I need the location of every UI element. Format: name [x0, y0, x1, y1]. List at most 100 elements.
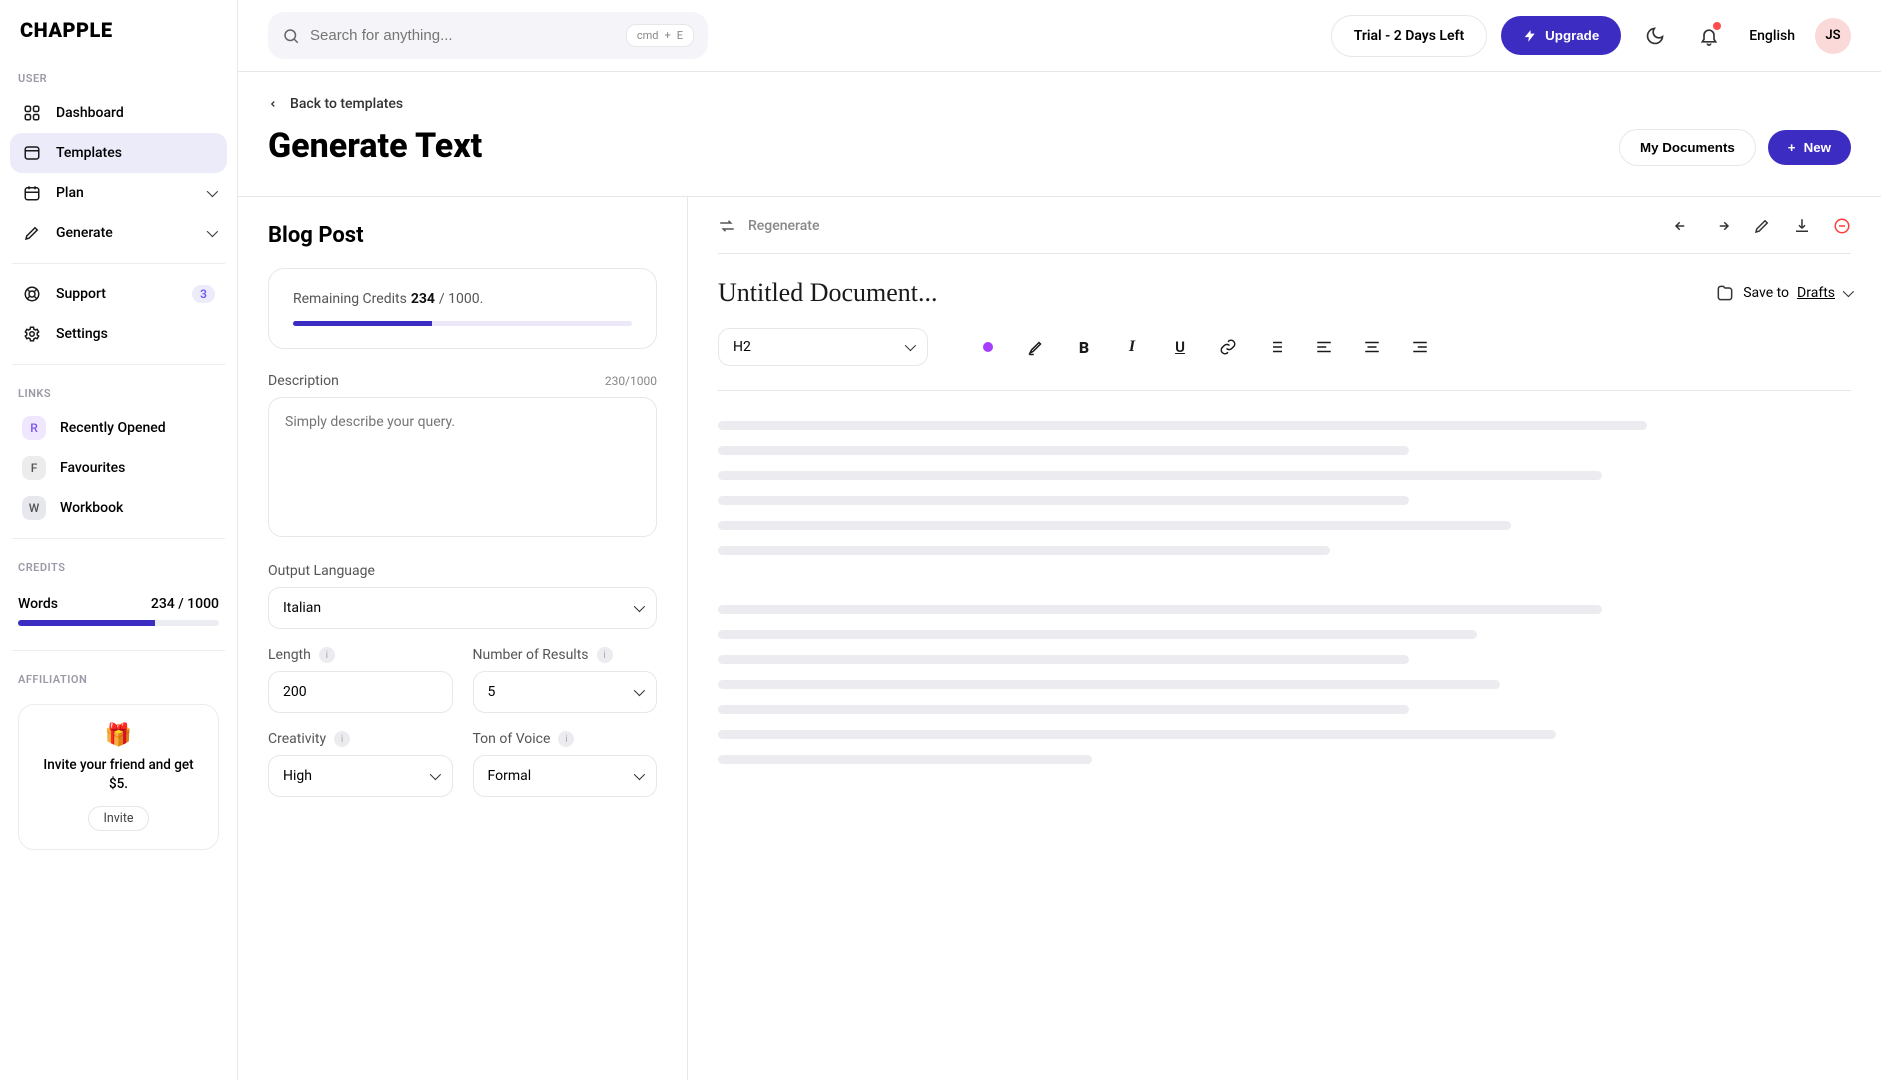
- save-to-drafts[interactable]: Save to Drafts: [1715, 283, 1851, 303]
- nav-generate[interactable]: Generate: [10, 213, 227, 253]
- editor-toolbar: H2 B I U: [718, 322, 1851, 391]
- chevron-down-icon: [207, 225, 215, 241]
- nav-settings[interactable]: Settings: [10, 314, 227, 354]
- num-results-select[interactable]: 5: [473, 671, 658, 713]
- align-center-button[interactable]: [1362, 338, 1382, 356]
- underline-button[interactable]: U: [1170, 338, 1190, 356]
- align-left-button[interactable]: [1314, 338, 1334, 356]
- sidebar: CHAPPLE USER Dashboard Templates Plan: [0, 0, 238, 1080]
- info-icon[interactable]: i: [558, 731, 574, 747]
- creativity-label: Creativity: [268, 731, 326, 747]
- skeleton-paragraph: [718, 605, 1851, 764]
- chevron-down-icon: [634, 684, 642, 700]
- undo-button[interactable]: [1673, 217, 1691, 235]
- document-title[interactable]: Untitled Document...: [718, 278, 938, 308]
- gear-icon: [22, 324, 42, 344]
- nav-label: Plan: [56, 185, 84, 201]
- chip: R: [22, 416, 46, 440]
- skeleton-paragraph: [718, 421, 1851, 555]
- plus-icon: +: [1788, 140, 1796, 155]
- list-button[interactable]: [1266, 338, 1286, 356]
- tone-select[interactable]: Formal: [473, 755, 658, 797]
- gift-icon: 🎁: [33, 723, 204, 748]
- topbar: cmd+E Trial - 2 Days Left Upgrade: [238, 0, 1881, 72]
- nav-label: Dashboard: [56, 105, 124, 121]
- back-link[interactable]: Back to templates: [268, 96, 482, 112]
- nav-support[interactable]: Support 3: [10, 274, 227, 314]
- output-language-label: Output Language: [268, 563, 657, 579]
- info-icon[interactable]: i: [319, 647, 335, 663]
- page-header: Back to templates Generate Text My Docum…: [238, 72, 1881, 197]
- upgrade-button[interactable]: Upgrade: [1501, 16, 1621, 55]
- text-color-button[interactable]: [978, 342, 998, 352]
- description-input[interactable]: [268, 397, 657, 537]
- edit-button[interactable]: [1753, 217, 1771, 235]
- length-label: Length: [268, 647, 311, 663]
- bolt-icon: [1523, 29, 1537, 43]
- document-pane: Regenerate: [688, 197, 1881, 1080]
- grid-icon: [22, 103, 42, 123]
- notifications-button[interactable]: [1689, 16, 1729, 56]
- nav-label: Settings: [56, 326, 108, 342]
- chevron-down-icon: [207, 185, 215, 201]
- section-affiliation: AFFILIATION: [0, 661, 237, 694]
- link-label: Workbook: [60, 500, 123, 516]
- length-input[interactable]: 200: [268, 671, 453, 713]
- lifebuoy-icon: [22, 284, 42, 304]
- nav-dashboard[interactable]: Dashboard: [10, 93, 227, 133]
- chevron-down-icon: [905, 339, 913, 355]
- trial-pill[interactable]: Trial - 2 Days Left: [1331, 15, 1487, 57]
- brand-logo: CHAPPLE: [0, 0, 237, 60]
- output-language-select[interactable]: Italian: [268, 587, 657, 629]
- heading-select[interactable]: H2: [718, 328, 928, 366]
- num-results-label: Number of Results: [473, 647, 589, 663]
- invite-button[interactable]: Invite: [88, 806, 148, 831]
- description-counter: 230/1000: [605, 374, 657, 388]
- nav-label: Generate: [56, 225, 113, 241]
- swap-icon: [718, 217, 736, 235]
- form-title: Blog Post: [268, 223, 657, 248]
- search-input[interactable]: [310, 27, 616, 44]
- delete-button[interactable]: [1833, 217, 1851, 235]
- info-icon[interactable]: i: [597, 647, 613, 663]
- link-favourites[interactable]: F Favourites: [10, 448, 227, 488]
- info-icon[interactable]: i: [334, 731, 350, 747]
- credits-progress: [18, 620, 219, 626]
- link-recently-opened[interactable]: R Recently Opened: [10, 408, 227, 448]
- support-badge: 3: [192, 285, 215, 303]
- section-user: USER: [0, 60, 237, 93]
- link-label: Recently Opened: [60, 420, 166, 436]
- window-icon: [22, 143, 42, 163]
- avatar[interactable]: JS: [1815, 18, 1851, 54]
- pencil-icon: [22, 223, 42, 243]
- new-button[interactable]: + New: [1768, 130, 1851, 165]
- bold-button[interactable]: B: [1074, 338, 1094, 357]
- chip: W: [22, 496, 46, 520]
- my-documents-button[interactable]: My Documents: [1619, 129, 1756, 166]
- credit-card: Remaining Credits 234 / 1000.: [268, 268, 657, 349]
- chevron-down-icon: [634, 600, 642, 616]
- credits-block: Words 234 / 1000: [0, 582, 237, 640]
- redo-button[interactable]: [1713, 217, 1731, 235]
- align-right-button[interactable]: [1410, 338, 1430, 356]
- description-label: Description: [268, 373, 339, 389]
- link-workbook[interactable]: W Workbook: [10, 488, 227, 528]
- notification-dot: [1713, 22, 1721, 30]
- nav-plan[interactable]: Plan: [10, 173, 227, 213]
- credits-label: Words: [18, 596, 58, 612]
- download-button[interactable]: [1793, 217, 1811, 235]
- search-icon: [282, 27, 300, 45]
- search-box[interactable]: cmd+E: [268, 12, 708, 59]
- creativity-select[interactable]: High: [268, 755, 453, 797]
- italic-button[interactable]: I: [1122, 338, 1142, 356]
- moon-icon: [1645, 26, 1665, 46]
- chevron-left-icon: [268, 97, 278, 111]
- regenerate-button[interactable]: Regenerate: [718, 217, 819, 235]
- theme-toggle[interactable]: [1635, 16, 1675, 56]
- language-selector[interactable]: English: [1743, 28, 1801, 44]
- link-button[interactable]: [1218, 338, 1238, 356]
- nav-label: Support: [56, 286, 106, 302]
- nav-templates[interactable]: Templates: [10, 133, 227, 173]
- chevron-down-icon: [634, 768, 642, 784]
- highlight-button[interactable]: [1026, 338, 1046, 356]
